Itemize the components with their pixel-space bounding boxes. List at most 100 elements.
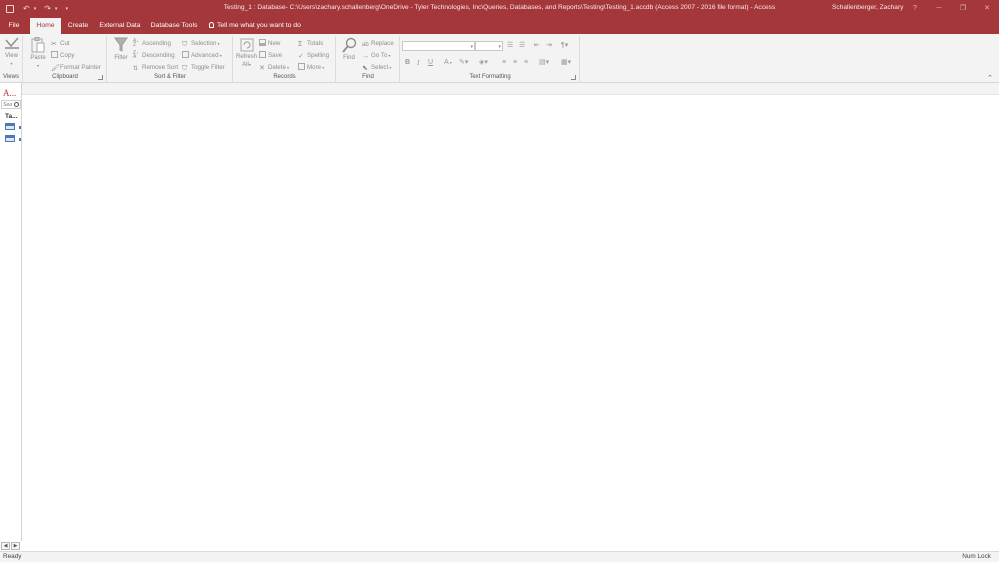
sort-ascending-icon: A↓ Z — [133, 38, 139, 48]
save-record-button[interactable]: Save — [259, 50, 282, 61]
paragraph-direction-icon[interactable]: ¶▾ — [561, 41, 568, 51]
find-button[interactable]: Find — [340, 37, 358, 62]
tab-create[interactable]: Create — [64, 18, 92, 34]
ascending-button[interactable]: A↓ Z Ascending — [133, 38, 171, 49]
nav-table-item[interactable] — [5, 123, 21, 131]
collapse-ribbon-icon[interactable]: ⌃ — [987, 74, 993, 82]
tell-me-text: Tell me what you want to do — [217, 22, 301, 29]
cut-label: Cut — [60, 40, 70, 47]
help-icon[interactable]: ? — [905, 2, 925, 16]
increase-indent-icon[interactable]: ⇥ — [546, 41, 552, 51]
nav-table-name — [18, 126, 21, 129]
new-record-button[interactable]: New — [259, 38, 280, 49]
nav-table-name — [18, 138, 21, 141]
minimize-button[interactable]: ─ — [929, 2, 949, 16]
nav-search-input[interactable]: Sea — [1, 100, 21, 109]
view-label: View — [5, 53, 18, 59]
descending-button[interactable]: Z↓ A Descending — [133, 50, 175, 61]
advanced-filter-icon — [182, 51, 189, 58]
find-label: Find — [343, 55, 355, 61]
highlight-icon[interactable]: ✎▾ — [459, 58, 468, 68]
bullets-icon[interactable]: ☰ — [507, 41, 513, 51]
chevron-down-icon: ▾ — [448, 60, 452, 65]
chevron-down-icon: ▾ — [387, 53, 391, 58]
records-group: Refresh All▾ New Save ✕ Delete ▾ Σ Totals … — [234, 36, 336, 82]
chevron-down-icon: ▾ — [10, 61, 13, 66]
num-lock-indicator: Num Lock — [962, 553, 991, 560]
paste-icon — [31, 37, 45, 53]
descending-label: Descending — [142, 52, 175, 59]
copy-button[interactable]: Copy — [51, 50, 74, 61]
search-icon[interactable] — [14, 102, 19, 107]
advanced-button[interactable]: Advanced ▾ — [182, 50, 222, 61]
align-right-icon[interactable]: ≡ — [524, 58, 528, 68]
underline-button[interactable]: U — [428, 58, 433, 68]
chevron-down-icon: ▾ — [248, 62, 251, 67]
bold-button[interactable]: B — [405, 58, 410, 68]
scroll-right-icon[interactable]: ▶ — [11, 542, 20, 550]
filter-button[interactable]: Filter — [111, 37, 131, 62]
font-size-combo[interactable]: ▾ — [475, 41, 503, 51]
views-group-label: Views — [3, 74, 19, 80]
chevron-down-icon: ▾ — [388, 65, 392, 70]
tab-home[interactable]: Home — [30, 18, 61, 34]
tab-external-data[interactable]: External Data — [97, 18, 143, 34]
font-color-button[interactable]: A ▾ — [444, 58, 452, 68]
spelling-check-icon: ✓ — [298, 53, 304, 60]
refresh-all-button[interactable]: Refresh All▾ — [236, 37, 257, 69]
fill-color-icon[interactable]: ◈▾ — [479, 58, 488, 68]
tell-me-search[interactable]: Tell me what you want to do — [209, 18, 301, 34]
font-name-combo[interactable]: ▾ — [402, 41, 475, 51]
nav-table-item[interactable] — [5, 135, 21, 143]
save-icon — [259, 51, 266, 58]
more-records-icon — [298, 63, 305, 70]
goto-button[interactable]: → Go To ▾ — [362, 50, 391, 61]
scissors-icon: ✂ — [51, 41, 57, 48]
table-icon — [5, 135, 15, 142]
delete-x-icon: ✕ — [259, 65, 265, 72]
view-icon — [4, 37, 19, 49]
new-record-icon — [259, 39, 266, 46]
views-group: View ▾ Views — [0, 36, 23, 82]
paste-button[interactable]: Paste ▾ — [27, 37, 49, 70]
records-group-label: Records — [273, 74, 296, 80]
replace-button[interactable]: ab Replace — [362, 38, 394, 49]
user-name[interactable]: Schallenberger, Zachary — [832, 4, 903, 11]
chevron-down-icon: ▾ — [321, 65, 325, 70]
format-painter-label: Format Painter — [60, 64, 101, 71]
nav-scroll-buttons: ◀ ▶ — [1, 542, 20, 550]
chevron-down-icon: ▾ — [216, 41, 220, 46]
selection-button[interactable]: ⛉ Selection ▾ — [182, 38, 220, 49]
ribbon-subbar — [0, 83, 999, 95]
tab-file[interactable]: File — [4, 18, 24, 34]
close-button[interactable]: ✕ — [977, 2, 997, 16]
spelling-button[interactable]: ✓ Spelling — [298, 50, 329, 61]
replace-label: Replace — [371, 40, 394, 47]
alternate-row-color-icon[interactable]: ▤▾ — [539, 58, 549, 68]
text-formatting-group: ▾ ▾ ☰ ☰ ⇤ ⇥ ¶▾ B I U A ▾ ✎▾ ◈▾ ≡ ≡ ≡ ▤▾ … — [401, 36, 580, 82]
toggle-filter-label: Toggle Filter — [191, 64, 225, 71]
document-workspace — [23, 95, 999, 551]
nav-group-tables[interactable]: Ta... — [5, 113, 18, 120]
dialog-launcher-icon[interactable] — [98, 75, 103, 80]
scroll-left-icon[interactable]: ◀ — [1, 542, 10, 550]
sort-filter-group: Filter A↓ Z Ascending Z↓ A Descending ⇅ Remov… — [108, 36, 233, 82]
nav-search-placeholder: Sea — [3, 102, 12, 108]
nav-pane-header[interactable]: A... — [3, 88, 16, 98]
funnel-icon — [114, 37, 128, 52]
italic-button[interactable]: I — [417, 58, 419, 68]
dialog-launcher-icon[interactable] — [571, 75, 576, 80]
numbering-icon[interactable]: ☰ — [519, 41, 525, 51]
select-label: Select — [371, 64, 389, 71]
refresh-sub-label: All — [242, 62, 249, 68]
align-center-icon[interactable]: ≡ — [513, 58, 517, 68]
view-button[interactable]: View ▾ — [2, 37, 21, 68]
tab-database-tools[interactable]: Database Tools — [148, 18, 200, 34]
selection-label: Selection — [191, 40, 217, 47]
gridlines-icon[interactable]: ▦▾ — [561, 58, 571, 68]
totals-button[interactable]: Σ Totals — [298, 38, 323, 49]
decrease-indent-icon[interactable]: ⇤ — [534, 41, 540, 51]
restore-button[interactable]: ❐ — [953, 2, 973, 16]
align-left-icon[interactable]: ≡ — [502, 58, 506, 68]
cut-button[interactable]: ✂ Cut — [51, 38, 70, 49]
